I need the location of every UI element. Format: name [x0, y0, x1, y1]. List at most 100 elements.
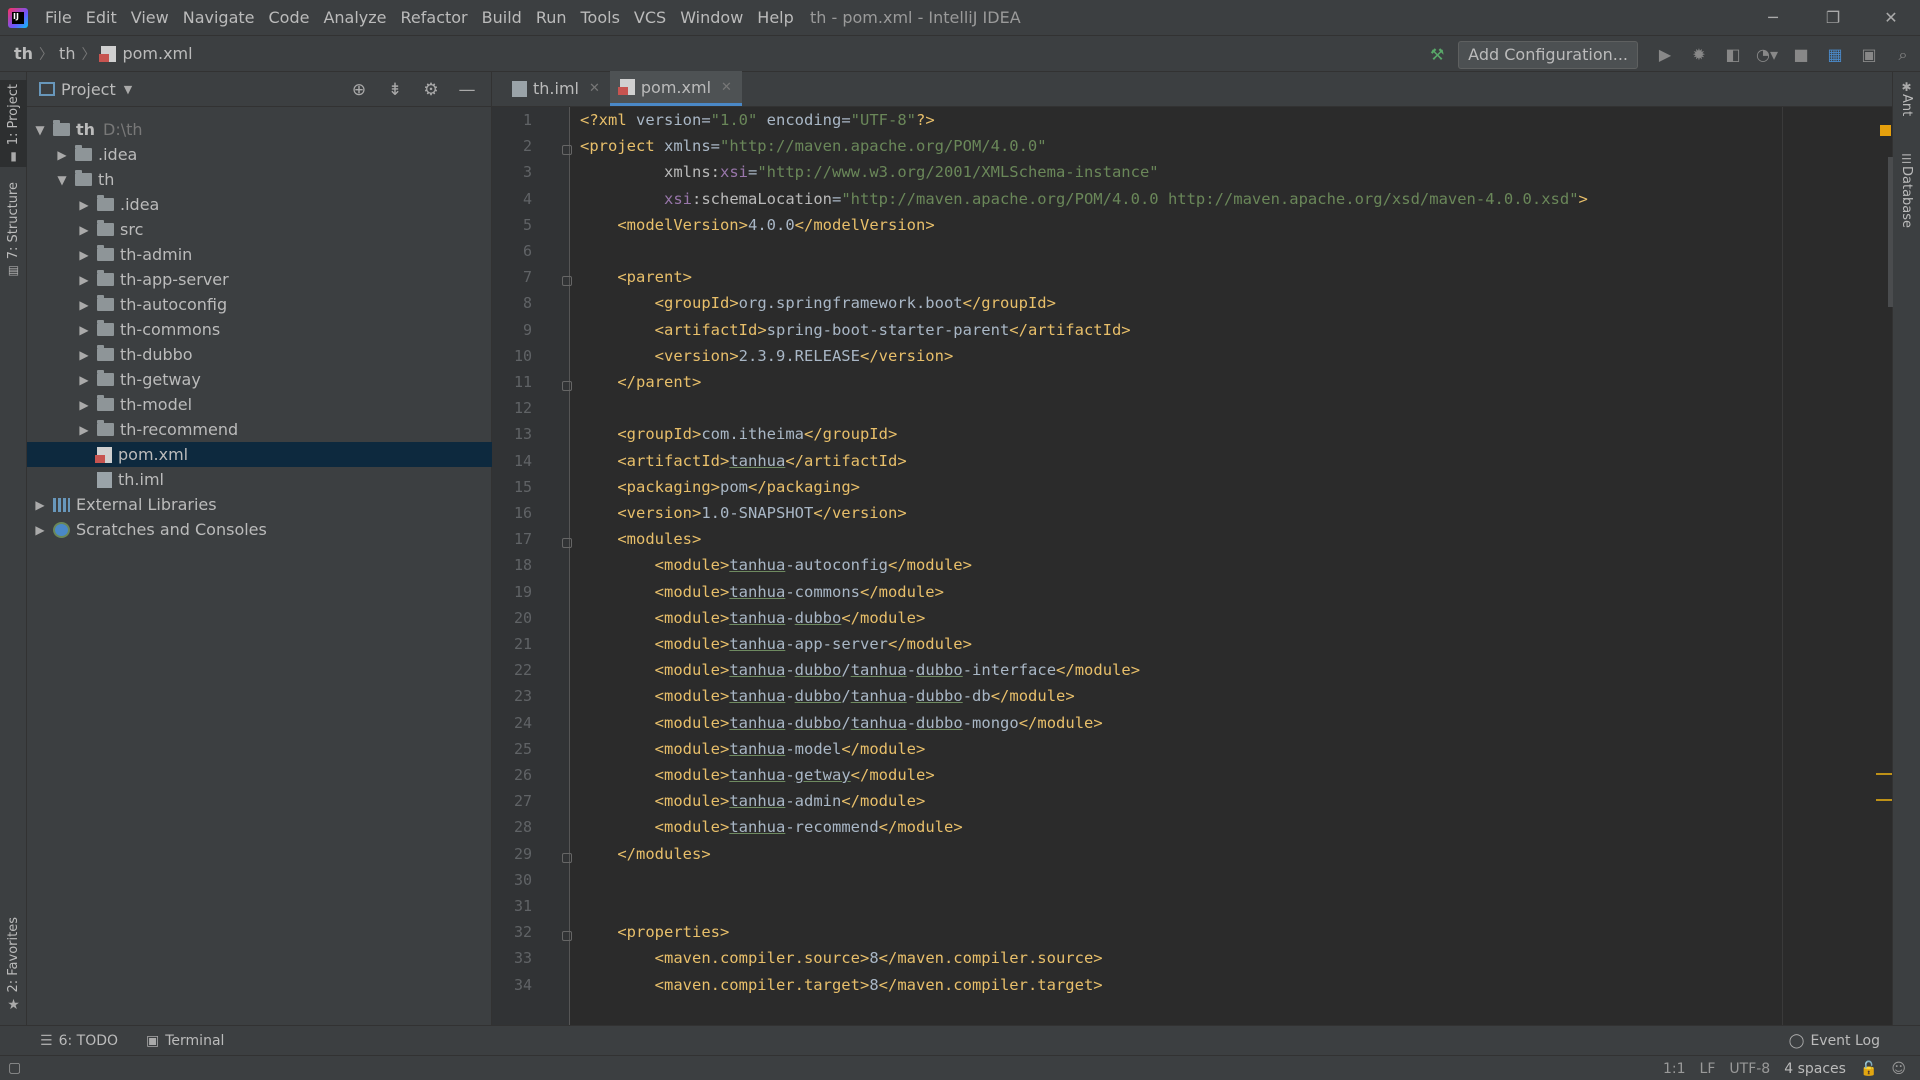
ant-tool-tab[interactable]: ✱ Ant: [1893, 80, 1920, 116]
menu-item-run[interactable]: Run: [529, 0, 574, 35]
chevron-down-icon[interactable]: ▼: [124, 83, 132, 96]
fold-marker-icon[interactable]: [562, 381, 572, 391]
tree-item[interactable]: ▶ th-dubbo: [27, 342, 492, 367]
fold-marker-icon[interactable]: [562, 852, 572, 863]
run-icon[interactable]: ▶: [1650, 40, 1680, 70]
tree-item[interactable]: pom.xml: [27, 442, 492, 467]
chevron-right-icon[interactable]: ▶: [75, 423, 93, 437]
fold-marker-icon[interactable]: [562, 538, 572, 549]
menu-item-edit[interactable]: Edit: [79, 0, 124, 35]
locate-file-icon[interactable]: ⊕: [341, 80, 377, 100]
code-line[interactable]: </modules>: [580, 841, 710, 867]
todo-tool-button[interactable]: ☰ 6: TODO: [40, 1033, 118, 1049]
favorites-tool-tab[interactable]: 2: Favorites ★: [0, 917, 27, 1013]
code-line[interactable]: </parent>: [580, 369, 701, 395]
code-line[interactable]: <artifactId>spring-boot-starter-parent</…: [580, 317, 1131, 343]
close-tab-icon[interactable]: ✕: [589, 81, 600, 96]
menu-item-help[interactable]: Help: [750, 0, 800, 35]
code-line[interactable]: <packaging>pom</packaging>: [580, 474, 860, 500]
tree-item[interactable]: ▶ th-commons: [27, 317, 492, 342]
code-line[interactable]: <project xmlns="http://maven.apache.org/…: [580, 133, 1047, 159]
structure-tool-tab[interactable]: 7: Structure ▤: [0, 182, 27, 277]
menu-item-code[interactable]: Code: [262, 0, 317, 35]
code-line[interactable]: <modelVersion>4.0.0</modelVersion>: [580, 212, 934, 238]
tab-pom-xml[interactable]: pom.xml ✕: [609, 71, 742, 106]
tree-item[interactable]: ▶ th-model: [27, 392, 492, 417]
fold-marker-icon[interactable]: [562, 145, 572, 156]
code-line[interactable]: <parent>: [580, 264, 692, 290]
toggle-tool-windows-icon[interactable]: ▢: [8, 1060, 21, 1076]
fold-marker-icon[interactable]: [562, 931, 572, 942]
error-stripe-marker[interactable]: [1876, 773, 1892, 775]
menu-item-analyze[interactable]: Analyze: [316, 0, 393, 35]
code-line[interactable]: <module>tanhua-recommend</module>: [580, 814, 963, 840]
tree-item[interactable]: ▶ th-getway: [27, 367, 492, 392]
tree-item[interactable]: ▶ .idea: [27, 142, 492, 167]
code-editor[interactable]: <?xml version="1.0" encoding="UTF-8"?> <p…: [580, 107, 1880, 1025]
chevron-right-icon[interactable]: ▶: [31, 498, 49, 512]
chevron-right-icon[interactable]: ▶: [31, 523, 49, 537]
breadcrumb-file[interactable]: pom.xml: [122, 44, 192, 63]
error-stripe-marker[interactable]: [1876, 799, 1892, 801]
gear-icon[interactable]: ⚙: [413, 80, 449, 100]
project-view-selector[interactable]: Project: [61, 80, 116, 99]
menu-item-view[interactable]: View: [124, 0, 176, 35]
code-line[interactable]: <groupId>org.springframework.boot</group…: [580, 290, 1056, 316]
code-line[interactable]: <properties>: [580, 919, 729, 945]
code-line[interactable]: <groupId>com.itheima</groupId>: [580, 421, 897, 447]
chevron-down-icon[interactable]: ▼: [31, 123, 49, 137]
intellij-logo-icon[interactable]: IJ: [8, 7, 28, 28]
code-line[interactable]: <maven.compiler.source>8</maven.compiler…: [580, 945, 1103, 971]
tree-item[interactable]: ▼ th D:\th: [27, 117, 492, 142]
tree-item[interactable]: ▶ th-autoconfig: [27, 292, 492, 317]
code-line[interactable]: <modules>: [580, 526, 701, 552]
line-separator[interactable]: LF: [1700, 1061, 1716, 1077]
chevron-right-icon[interactable]: ▶: [75, 348, 93, 362]
code-line[interactable]: <module>tanhua-autoconfig</module>: [580, 552, 972, 578]
minimize-button[interactable]: ─: [1744, 0, 1802, 35]
caret-position[interactable]: 1:1: [1663, 1061, 1686, 1077]
warning-marker-icon[interactable]: [1880, 125, 1891, 136]
scroll-thumb[interactable]: [1888, 157, 1893, 307]
code-line[interactable]: xmlns:xsi="http://www.w3.org/2001/XMLSch…: [580, 159, 1159, 185]
debug-icon[interactable]: ✹: [1684, 40, 1714, 70]
add-configuration-button[interactable]: Add Configuration...: [1458, 40, 1638, 69]
project-structure-icon[interactable]: ▦: [1820, 40, 1850, 70]
tree-item[interactable]: ▶ th-app-server: [27, 267, 492, 292]
code-line[interactable]: <module>tanhua-dubbo</module>: [580, 605, 926, 631]
indent-setting[interactable]: 4 spaces: [1784, 1061, 1846, 1077]
chevron-right-icon[interactable]: ▶: [75, 248, 93, 262]
close-window-button[interactable]: ✕: [1862, 0, 1920, 35]
code-line[interactable]: <module>tanhua-dubbo/tanhua-dubbo-mongo<…: [580, 710, 1103, 736]
tree-item[interactable]: ▶ External Libraries: [27, 492, 492, 517]
chevron-right-icon[interactable]: ▶: [75, 298, 93, 312]
code-line[interactable]: <module>tanhua-app-server</module>: [580, 631, 972, 657]
code-line[interactable]: <module>tanhua-admin</module>: [580, 788, 926, 814]
coverage-icon[interactable]: ◧: [1718, 40, 1748, 70]
menu-item-vcs[interactable]: VCS: [627, 0, 673, 35]
terminal-tool-button[interactable]: ▣ Terminal: [146, 1033, 224, 1049]
project-tool-tab[interactable]: 1: Project ▮: [0, 80, 27, 168]
code-line[interactable]: <version>2.3.9.RELEASE</version>: [580, 343, 954, 369]
close-tab-icon[interactable]: ✕: [721, 80, 732, 95]
breadcrumb-folder[interactable]: th: [59, 44, 75, 63]
tab-th-iml[interactable]: th.iml ✕: [502, 71, 610, 106]
chevron-right-icon[interactable]: ▶: [75, 223, 93, 237]
code-line[interactable]: <module>tanhua-dubbo/tanhua-dubbo-interf…: [580, 657, 1140, 683]
code-line[interactable]: <maven.compiler.target>8</maven.compiler…: [580, 972, 1103, 998]
search-icon[interactable]: ⌕: [1888, 40, 1918, 70]
code-line[interactable]: <module>tanhua-model</module>: [580, 736, 926, 762]
editor-scrollbar[interactable]: [1876, 107, 1893, 1025]
fold-marker-icon[interactable]: [562, 276, 572, 287]
chevron-right-icon[interactable]: ▶: [75, 198, 93, 212]
code-line[interactable]: xsi:schemaLocation="http://maven.apache.…: [580, 186, 1588, 212]
menu-item-build[interactable]: Build: [475, 0, 529, 35]
stop-icon[interactable]: ■: [1786, 40, 1816, 70]
profile-icon[interactable]: ◔▾: [1752, 40, 1782, 70]
code-line[interactable]: <?xml version="1.0" encoding="UTF-8"?>: [580, 107, 935, 133]
tree-item[interactable]: th.iml: [27, 467, 492, 492]
tree-item[interactable]: ▶ src: [27, 217, 492, 242]
event-log-button[interactable]: ◯ Event Log: [1789, 1033, 1880, 1049]
menu-item-window[interactable]: Window: [673, 0, 750, 35]
chevron-right-icon[interactable]: ▶: [75, 273, 93, 287]
